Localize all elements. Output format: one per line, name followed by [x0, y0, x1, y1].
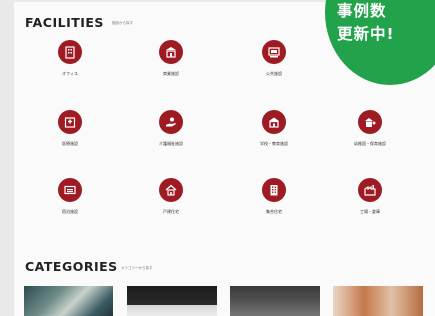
facility-label: オフィス — [62, 71, 78, 76]
facility-public[interactable]: 公共施設 — [233, 40, 315, 77]
hospital-icon — [58, 110, 82, 134]
kindergarten-icon — [358, 110, 382, 134]
factory-icon — [358, 178, 382, 202]
care-hand-icon — [159, 110, 183, 134]
promo-badge-line2: 更新中! — [337, 25, 395, 43]
facility-label: 戸建住宅 — [163, 209, 179, 214]
facility-label: 集合住宅 — [266, 209, 282, 214]
facility-school[interactable]: 学校・教育施設 — [233, 110, 315, 147]
categories-subtitle: カテゴリーから探す — [121, 266, 153, 270]
shopping-store-icon — [159, 40, 183, 64]
category-thumbnail[interactable] — [230, 286, 320, 316]
public-facility-icon — [262, 40, 286, 64]
facility-apartment[interactable]: 集合住宅 — [233, 178, 315, 215]
facilities-title: FACILITIES — [25, 15, 104, 30]
promo-badge-text: 事例数 更新中! — [337, 0, 435, 46]
facility-label: 公共施設 — [266, 71, 282, 76]
facility-house[interactable]: 戸建住宅 — [130, 178, 212, 215]
facility-kindergarten[interactable]: 幼稚園・保育施設 — [329, 110, 411, 147]
category-thumbnail[interactable] — [24, 286, 113, 316]
facility-care[interactable]: 介護福祉施設 — [130, 110, 212, 147]
facility-label: 学校・教育施設 — [260, 141, 288, 146]
facility-accommodation[interactable]: 宿泊施設 — [29, 178, 111, 215]
facility-medical[interactable]: 医療施設 — [29, 110, 111, 147]
apartment-icon — [262, 178, 286, 202]
facility-label: 介護福祉施設 — [159, 141, 183, 146]
school-icon — [262, 110, 286, 134]
categories-title: CATEGORIES — [25, 259, 118, 274]
facility-label: 宿泊施設 — [62, 209, 78, 214]
facility-factory[interactable]: 工場・倉庫 — [329, 178, 411, 215]
office-building-icon — [58, 40, 82, 64]
facility-commercial[interactable]: 商業施設 — [130, 40, 212, 77]
facility-label: 医療施設 — [62, 141, 78, 146]
house-icon — [159, 178, 183, 202]
category-thumbnail[interactable] — [127, 286, 217, 316]
category-thumbnail[interactable] — [333, 286, 423, 316]
promo-badge-line1: 事例数 — [337, 2, 387, 20]
facility-label: 幼稚園・保育施設 — [354, 141, 386, 146]
facility-label: 工場・倉庫 — [360, 209, 380, 214]
facilities-subtitle: 施設から探す — [112, 21, 133, 25]
facility-office[interactable]: オフィス — [29, 40, 111, 77]
hotel-bed-icon — [58, 178, 82, 202]
facility-label: 商業施設 — [163, 71, 179, 76]
